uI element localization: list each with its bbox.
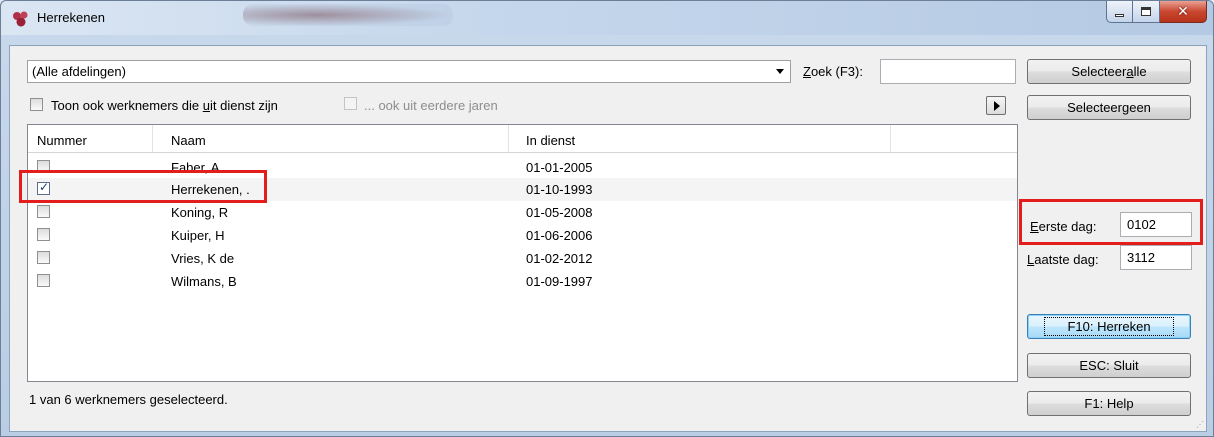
highlight-selected-employee (19, 170, 267, 203)
help-button[interactable]: F1: Help (1027, 391, 1191, 416)
row-checkbox[interactable] (37, 228, 50, 241)
search-input[interactable] (880, 59, 1016, 84)
column-header-nummer[interactable]: Nummer (37, 133, 87, 148)
employee-name: Vries, K de (171, 251, 235, 266)
row-checkbox[interactable] (37, 274, 50, 287)
row-checkbox[interactable] (37, 251, 50, 264)
close-button[interactable]: ESC: Sluit (1027, 353, 1191, 378)
select-all-button[interactable]: Selecteer a lle (1027, 59, 1191, 84)
column-divider[interactable] (890, 125, 891, 152)
maximize-button[interactable] (1133, 1, 1160, 23)
recalculate-button[interactable]: F10: Herreken (1027, 314, 1191, 339)
column-header-naam[interactable]: Naam (171, 133, 206, 148)
employee-start-date: 01-02-2012 (526, 251, 593, 266)
show-out-of-service-label: Toon ook werknemers die uit dienst zijn (51, 98, 278, 113)
recalculate-button-label: F10: Herreken (1044, 317, 1174, 336)
employee-start-date: 01-06-2006 (526, 228, 593, 243)
minimize-icon (1115, 14, 1124, 17)
list-header: Nummer Naam In dienst (28, 125, 1017, 153)
table-row[interactable]: Wilmans, B 01-09-1997 (28, 270, 1017, 293)
play-icon (994, 100, 1000, 111)
window-controls: ✕ (1106, 1, 1207, 23)
blurred-background-title (243, 4, 453, 26)
close-icon: ✕ (1177, 3, 1189, 20)
employee-name: Wilmans, B (171, 274, 237, 289)
highlight-first-day (1019, 199, 1203, 245)
column-header-in-dienst[interactable]: In dienst (526, 133, 575, 148)
department-select[interactable]: (Alle afdelingen) (27, 60, 791, 83)
select-none-button[interactable]: Selecteer g een (1027, 95, 1191, 120)
employee-start-date: 01-10-1993 (526, 182, 593, 197)
maximize-icon (1141, 7, 1151, 16)
last-day-label: Laatste dag: (1027, 252, 1099, 267)
expand-options-button[interactable] (986, 96, 1006, 115)
row-checkbox[interactable] (37, 205, 50, 218)
title-bar[interactable]: Herrekenen ✕ (1, 1, 1213, 35)
close-window-button[interactable]: ✕ (1160, 1, 1207, 23)
employee-start-date: 01-01-2005 (526, 160, 593, 175)
employee-name: Kuiper, H (171, 228, 225, 243)
search-label: Zoek (F3): (803, 64, 863, 79)
table-row[interactable]: Kuiper, H 01-06-2006 (28, 224, 1017, 247)
employee-start-date: 01-05-2008 (526, 205, 593, 220)
employee-start-date: 01-09-1997 (526, 274, 593, 289)
earlier-years-checkbox[interactable] (344, 97, 357, 110)
employee-list[interactable]: Nummer Naam In dienst Faber, A 01-01-200… (27, 124, 1018, 382)
department-select-value: (Alle afdelingen) (32, 64, 126, 79)
table-row[interactable]: Vries, K de 01-02-2012 (28, 247, 1017, 270)
minimize-button[interactable] (1106, 1, 1133, 23)
show-out-of-service-checkbox[interactable] (30, 98, 43, 111)
window-title: Herrekenen (37, 10, 105, 25)
column-divider[interactable] (508, 125, 509, 152)
selection-status: 1 van 6 werknemers geselecteerd. (29, 392, 228, 407)
resize-grip-icon[interactable]: ⋰ (1196, 420, 1204, 429)
table-row[interactable]: Koning, R 01-05-2008 (28, 201, 1017, 224)
column-divider[interactable] (152, 125, 153, 152)
last-day-input[interactable]: 3112 (1120, 245, 1192, 270)
app-logo-icon (13, 11, 28, 27)
employee-name: Koning, R (171, 205, 229, 220)
earlier-years-label: ... ook uit eerdere jaren (364, 98, 498, 113)
chevron-down-icon[interactable] (776, 69, 784, 74)
